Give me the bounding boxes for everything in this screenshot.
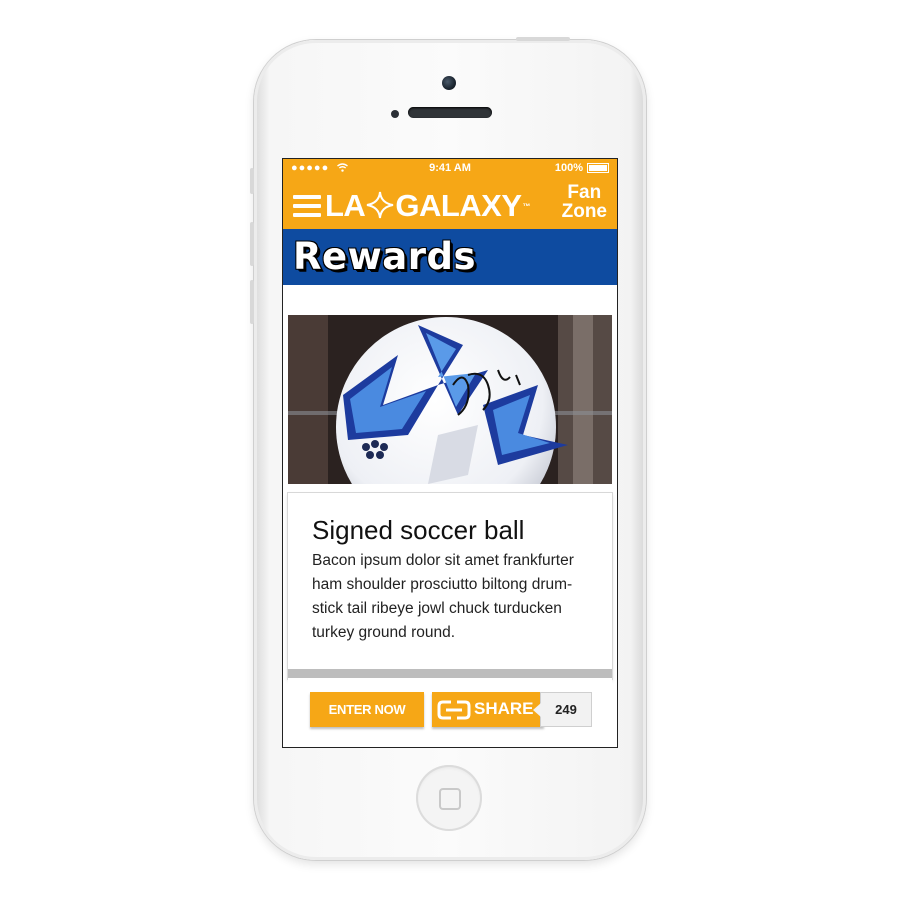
share-button[interactable]: SHARE [432, 692, 544, 727]
reward-description: Bacon ipsum dolor sit amet frankfurter h… [312, 552, 574, 641]
fan-zone-label: Fan Zone [562, 183, 607, 221]
power-button [516, 37, 570, 41]
star-icon [366, 188, 394, 226]
page-title: Rewards [293, 235, 476, 278]
volume-down-button [250, 280, 254, 324]
proximity-sensor [391, 110, 399, 118]
home-button[interactable] [416, 765, 482, 831]
hamburger-icon[interactable] [293, 195, 321, 217]
status-bar: ●●●●● 9:41 AM 100% [283, 159, 617, 179]
page-title-bar: Rewards [283, 229, 617, 285]
reward-title: Signed soccer ball [312, 515, 525, 545]
trademark-symbol: ™ [522, 202, 531, 211]
app-header: LA GALAXY™ Fan Zone [283, 179, 617, 229]
card-divider [288, 669, 612, 678]
logo-text-la: LA [325, 188, 366, 223]
enter-now-button[interactable]: ENTER NOW [310, 692, 424, 727]
share-label: SHARE [474, 699, 534, 718]
action-bar: ENTER NOW SHARE 249 [288, 679, 612, 747]
fan-zone-line2: Zone [561, 201, 607, 222]
la-galaxy-logo: LA GALAXY™ [325, 187, 530, 226]
battery-percentage: 100% [554, 162, 583, 174]
reward-card: Signed soccer ball Bacon ipsum dolor sit… [288, 493, 612, 679]
logo-text-galaxy: GALAXY [395, 188, 522, 223]
earpiece-speaker [408, 107, 492, 118]
app-screen: ●●●●● 9:41 AM 100% LA GALAXY™ Fan Zone R… [282, 158, 618, 748]
battery-icon [587, 163, 609, 173]
volume-up-button [250, 222, 254, 266]
fan-zone-line1: Fan [567, 182, 602, 203]
share-count-badge: 249 [533, 692, 592, 727]
mute-switch [250, 168, 254, 194]
signed-soccer-ball-photo[interactable] [288, 315, 612, 484]
share-icon [437, 699, 471, 721]
front-camera [442, 76, 456, 90]
